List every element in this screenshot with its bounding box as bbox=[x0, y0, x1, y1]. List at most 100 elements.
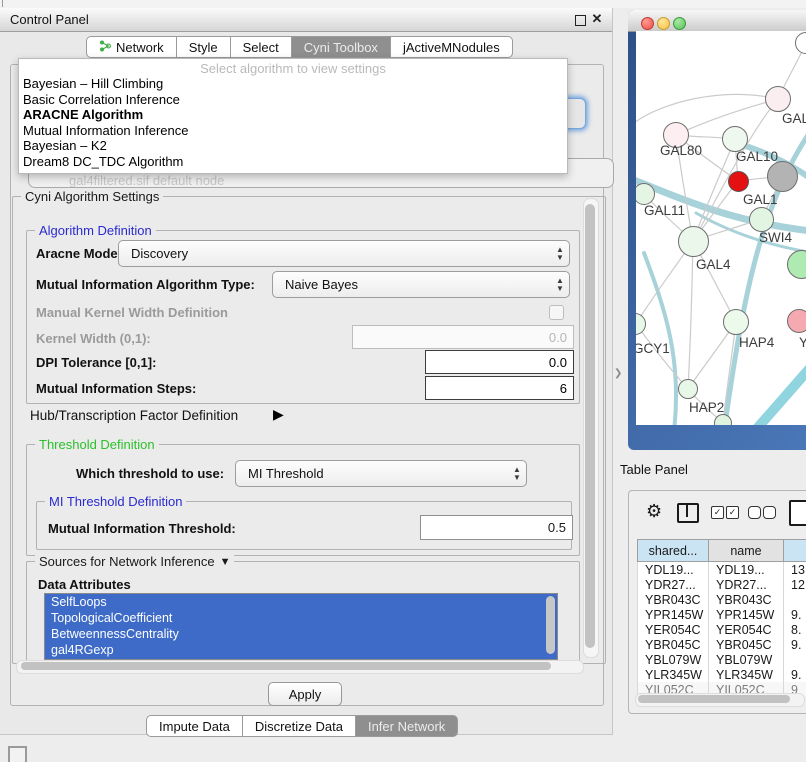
node-label-gal-cut: GAL bbox=[782, 111, 806, 126]
mi-threshold-label: Mutual Information Threshold: bbox=[48, 521, 236, 536]
which-threshold-combo[interactable]: MI Threshold ▲▼ bbox=[235, 460, 527, 487]
tab-select-label: Select bbox=[243, 40, 279, 55]
node-hap2[interactable] bbox=[678, 379, 698, 399]
node-gray[interactable] bbox=[767, 161, 798, 192]
node-gal4[interactable] bbox=[678, 226, 709, 257]
tab-select[interactable]: Select bbox=[231, 36, 292, 58]
dropdown-item-aracne[interactable]: ARACNE Algorithm bbox=[19, 107, 567, 123]
network-canvas[interactable]: GAL GAL80 GAL10 GAL1 GAL11 GAL4 SWI4 GCY… bbox=[636, 31, 806, 425]
tab-discretize-data-label: Discretize Data bbox=[255, 719, 343, 734]
spinner-arrows-icon: ▲▼ bbox=[551, 246, 569, 262]
data-attributes-list[interactable]: SelfLoops TopologicalCoefficient Between… bbox=[44, 593, 558, 660]
kernel-width-field[interactable]: 0.0 bbox=[352, 325, 574, 349]
sources-group-title-wrap: Sources for Network Inference ▼ bbox=[35, 554, 234, 569]
which-threshold-value: MI Threshold bbox=[236, 466, 508, 481]
manual-kernel-label: Manual Kernel Width Definition bbox=[36, 305, 228, 320]
mi-steps-label: Mutual Information Steps: bbox=[36, 381, 196, 396]
dropdown-item-bayesian-hill[interactable]: Bayesian – Hill Climbing bbox=[19, 76, 567, 92]
table-row[interactable]: YLR345WYLR345W9. bbox=[638, 667, 806, 682]
attr-item-betweennesscentrality[interactable]: BetweennessCentrality bbox=[45, 626, 557, 642]
column-header-name[interactable]: name bbox=[709, 540, 784, 562]
tab-cyni-toolbox[interactable]: Cyni Toolbox bbox=[292, 36, 391, 58]
splitter-collapse-icon[interactable]: ❯ bbox=[614, 368, 622, 379]
table-horizontal-scrollbar[interactable] bbox=[635, 693, 805, 707]
node-label-gal10: GAL10 bbox=[736, 149, 778, 164]
minimize-traffic-light-icon[interactable] bbox=[657, 17, 670, 30]
settings-vertical-scrollbar[interactable] bbox=[583, 198, 599, 658]
node-label-swi4: SWI4 bbox=[759, 230, 792, 245]
mi-type-combo[interactable]: Naive Bayes ▲▼ bbox=[272, 271, 570, 298]
float-window-icon[interactable] bbox=[575, 15, 586, 26]
table-row[interactable]: YPR145WYPR145W9. bbox=[638, 607, 806, 622]
node-red-selected[interactable] bbox=[728, 171, 749, 192]
tab-infer-network[interactable]: Infer Network bbox=[356, 715, 458, 737]
table-row[interactable]: YBR043CYBR043C bbox=[638, 592, 806, 607]
control-panel-tabs: Network Style Select Cyni Toolbox jActiv… bbox=[86, 36, 513, 58]
apply-button[interactable]: Apply bbox=[268, 682, 342, 706]
table-row[interactable]: YBL079WYBL079W bbox=[638, 652, 806, 667]
cyni-settings-title: Cyni Algorithm Settings bbox=[21, 189, 163, 204]
zoom-traffic-light-icon[interactable] bbox=[673, 17, 686, 30]
mi-steps-field[interactable]: 6 bbox=[425, 376, 574, 400]
dropdown-item-bayesian-k2[interactable]: Bayesian – K2 bbox=[19, 138, 567, 154]
tab-network[interactable]: Network bbox=[86, 36, 177, 58]
table-row[interactable]: YDL19...YDL19...13 bbox=[638, 562, 806, 578]
attr-item-selfloops[interactable]: SelfLoops bbox=[45, 594, 557, 610]
dropdown-item-basic-correlation[interactable]: Basic Correlation Inference bbox=[19, 92, 567, 108]
table-row[interactable]: YBR045CYBR045C9. bbox=[638, 637, 806, 652]
control-panel-title: Control Panel bbox=[10, 12, 89, 27]
table-row[interactable]: YER054CYER054C8. bbox=[638, 622, 806, 637]
node-gal1[interactable] bbox=[749, 207, 774, 232]
tab-impute-data-label: Impute Data bbox=[159, 719, 230, 734]
column-header-shared-name[interactable]: shared... bbox=[638, 540, 709, 562]
tab-impute-data[interactable]: Impute Data bbox=[146, 715, 243, 737]
dock-panel-icon[interactable] bbox=[8, 746, 27, 762]
manual-kernel-checkbox[interactable] bbox=[549, 305, 564, 320]
algorithm-dropdown-prompt: Select algorithm to view settings bbox=[19, 59, 567, 76]
aracne-mode-combo[interactable]: Discovery ▲▼ bbox=[118, 240, 570, 267]
tab-jactivemnodules[interactable]: jActiveMNodules bbox=[391, 36, 513, 58]
attr-item-topologicalcoefficient[interactable]: TopologicalCoefficient bbox=[45, 610, 557, 626]
hub-definition-label[interactable]: Hub/Transcription Factor Definition bbox=[30, 408, 238, 423]
node-unlabeled-bottom[interactable] bbox=[714, 414, 732, 425]
table-horizontal-scrollbar-thumb[interactable] bbox=[638, 695, 790, 703]
table-row[interactable]: YDR27...YDR27...12 bbox=[638, 577, 806, 592]
close-icon[interactable]: ✕ bbox=[590, 12, 604, 26]
select-all-checkboxes-icon[interactable]: ✓✓ bbox=[711, 506, 739, 519]
tab-network-label: Network bbox=[116, 40, 164, 55]
function-builder-icon[interactable] bbox=[789, 500, 806, 526]
split-columns-icon[interactable] bbox=[677, 503, 699, 523]
attr-item-gal4rgexp[interactable]: gal4RGexp bbox=[45, 642, 557, 658]
tab-style[interactable]: Style bbox=[177, 36, 231, 58]
node-label-gcy1: GCY1 bbox=[636, 341, 670, 356]
mi-threshold-field[interactable]: 0.5 bbox=[420, 515, 573, 540]
top-edge-mark bbox=[2, 0, 3, 7]
dpi-tolerance-field[interactable]: 0.0 bbox=[425, 350, 574, 374]
tab-discretize-data[interactable]: Discretize Data bbox=[243, 715, 356, 737]
node-gal-cut[interactable] bbox=[765, 86, 791, 112]
table-header-row: shared... name bbox=[638, 540, 806, 562]
attr-list-scrollbar-thumb[interactable] bbox=[546, 596, 555, 654]
settings-horizontal-scrollbar[interactable] bbox=[16, 660, 584, 674]
node-label-gal4: GAL4 bbox=[696, 257, 731, 272]
aracne-mode-label: Aracne Mode: bbox=[36, 246, 122, 261]
close-traffic-light-icon[interactable] bbox=[641, 17, 654, 30]
tab-style-label: Style bbox=[189, 40, 218, 55]
node-y-cut[interactable] bbox=[787, 309, 806, 333]
sources-collapse-arrow-icon[interactable]: ▼ bbox=[220, 556, 231, 568]
gear-icon[interactable]: ⚙ bbox=[646, 501, 662, 522]
network-window-titlebar[interactable] bbox=[628, 10, 806, 32]
table-panel: ⚙ ✓✓ shared... name YDL19...YDL19...13 Y… bbox=[628, 490, 806, 714]
node-label-gal1: GAL1 bbox=[743, 192, 778, 207]
hub-expand-arrow-icon[interactable]: ▶ bbox=[273, 406, 284, 423]
node-hap4[interactable] bbox=[723, 309, 749, 335]
dropdown-item-mutual-information[interactable]: Mutual Information Inference bbox=[19, 123, 567, 139]
dropdown-item-dream8[interactable]: Dream8 DC_TDC Algorithm bbox=[19, 154, 567, 170]
settings-vertical-scrollbar-thumb[interactable] bbox=[585, 204, 595, 648]
mi-type-value: Naive Bayes bbox=[273, 277, 551, 292]
network-view-window[interactable]: GAL GAL80 GAL10 GAL1 GAL11 GAL4 SWI4 GCY… bbox=[628, 10, 806, 450]
column-header-cut[interactable] bbox=[784, 540, 806, 562]
settings-horizontal-scrollbar-thumb[interactable] bbox=[21, 662, 551, 670]
deselect-all-checkboxes-icon[interactable] bbox=[748, 506, 776, 519]
bottom-tabs: Impute Data Discretize Data Infer Networ… bbox=[146, 715, 458, 737]
